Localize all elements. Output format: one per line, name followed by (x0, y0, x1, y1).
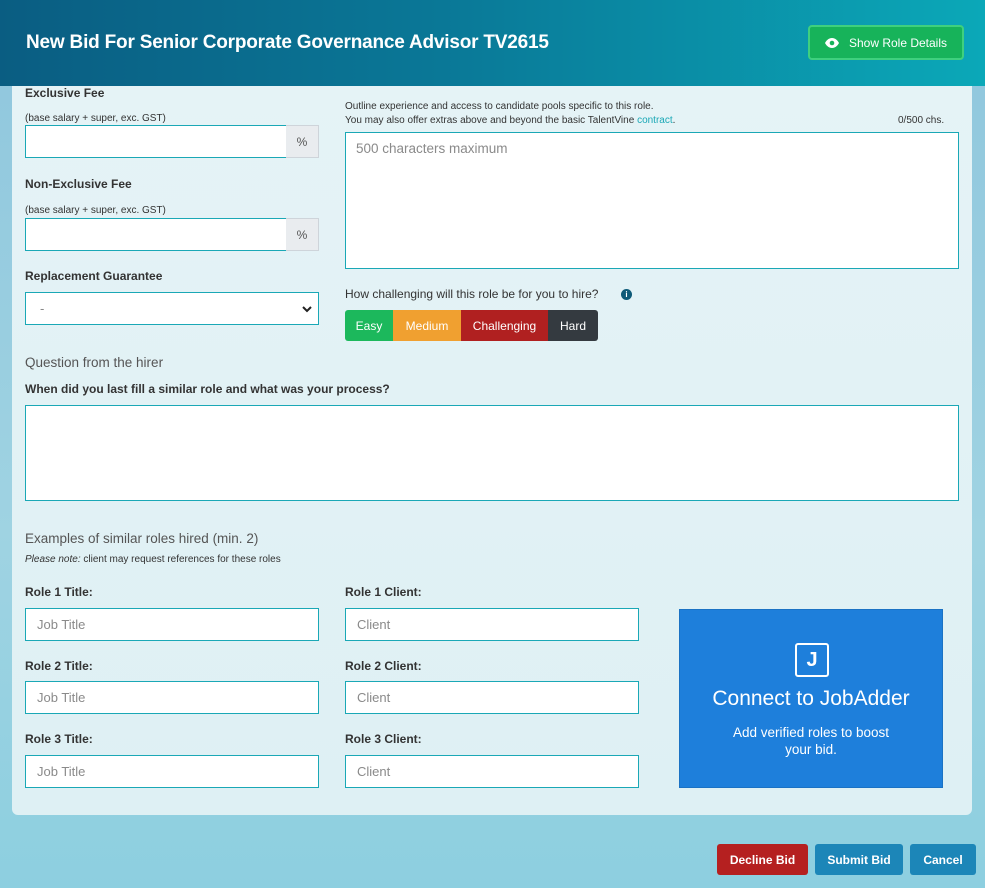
hirer-answer-textarea[interactable] (25, 405, 959, 501)
info-icon[interactable]: i (621, 289, 632, 300)
exclusive-fee-label: Exclusive Fee (25, 86, 105, 100)
note-italic: Please note: (25, 554, 81, 565)
role-2-client-label: Role 2 Client: (345, 659, 422, 673)
exclusive-fee-hint: (base salary + super, exc. GST) (25, 113, 166, 124)
role-1-title-input[interactable] (25, 608, 319, 641)
role-3-title-label: Role 3 Title: (25, 732, 93, 746)
role-2-title-label: Role 2 Title: (25, 659, 93, 673)
replacement-guarantee-value: - (40, 301, 45, 316)
hirer-question-text: When did you last fill a similar role an… (25, 382, 390, 396)
difficulty-challenging-button[interactable]: Challenging (461, 310, 548, 341)
submit-bid-button[interactable]: Submit Bid (815, 844, 903, 875)
role-1-title-label: Role 1 Title: (25, 585, 93, 599)
non-exclusive-fee-hint: (base salary + super, exc. GST) (25, 205, 166, 216)
role-3-title-input[interactable] (25, 755, 319, 788)
jobadder-logo: J (795, 643, 829, 677)
replacement-guarantee-label: Replacement Guarantee (25, 269, 163, 283)
show-role-details-button[interactable]: Show Role Details (808, 25, 964, 60)
page-title: New Bid For Senior Corporate Governance … (26, 32, 549, 53)
role-1-client-label: Role 1 Client: (345, 585, 422, 599)
difficulty-button-group: Easy Medium Challenging Hard (345, 310, 598, 341)
note-text: client may request references for these … (80, 554, 281, 565)
role-2-client-input[interactable] (345, 681, 639, 714)
replacement-guarantee-select[interactable]: - (25, 292, 319, 325)
non-exclusive-fee-input[interactable] (25, 218, 287, 251)
difficulty-hard-button[interactable]: Hard (548, 310, 598, 341)
chevron-down-icon (302, 306, 312, 313)
difficulty-easy-button[interactable]: Easy (345, 310, 393, 341)
cancel-button[interactable]: Cancel (910, 844, 976, 875)
outline-instruction-line1: Outline experience and access to candida… (345, 101, 654, 112)
role-3-client-input[interactable] (345, 755, 639, 788)
char-count: 0/500 chs. (898, 115, 945, 126)
hirer-question-section-title: Question from the hirer (25, 355, 164, 370)
similar-roles-note: Please note: client may request referenc… (25, 554, 281, 565)
show-role-details-label: Show Role Details (848, 35, 948, 50)
difficulty-medium-button[interactable]: Medium (393, 310, 461, 341)
eye-icon (824, 37, 839, 48)
challenge-question: How challenging will this role be for yo… (345, 287, 599, 301)
contract-link[interactable]: contract (637, 115, 673, 126)
decline-bid-button[interactable]: Decline Bid (717, 844, 808, 875)
exclusive-fee-percent-addon: % (286, 125, 319, 158)
role-3-client-label: Role 3 Client: (345, 732, 422, 746)
non-exclusive-fee-percent-addon: % (286, 218, 319, 251)
modal-header: New Bid For Senior Corporate Governance … (0, 0, 985, 86)
non-exclusive-fee-label: Non-Exclusive Fee (25, 177, 132, 191)
jobadder-subtitle: Add verified roles to boost your bid. (732, 725, 890, 757)
outline-textarea[interactable] (345, 132, 959, 269)
bid-form-panel: Exclusive Fee (base salary + super, exc.… (12, 86, 972, 815)
similar-roles-section-title: Examples of similar roles hired (min. 2) (25, 531, 259, 546)
jobadder-title: Connect to JobAdder (712, 687, 910, 710)
role-2-title-input[interactable] (25, 681, 319, 714)
connect-jobadder-card[interactable]: J Connect to JobAdder Add verified roles… (679, 609, 943, 788)
exclusive-fee-input[interactable] (25, 125, 287, 158)
role-1-client-input[interactable] (345, 608, 639, 641)
outline-period: . (672, 115, 676, 126)
outline-instruction-line2: You may also offer extras above and beyo… (345, 115, 675, 126)
outline-line2-text: You may also offer extras above and beyo… (345, 115, 635, 126)
